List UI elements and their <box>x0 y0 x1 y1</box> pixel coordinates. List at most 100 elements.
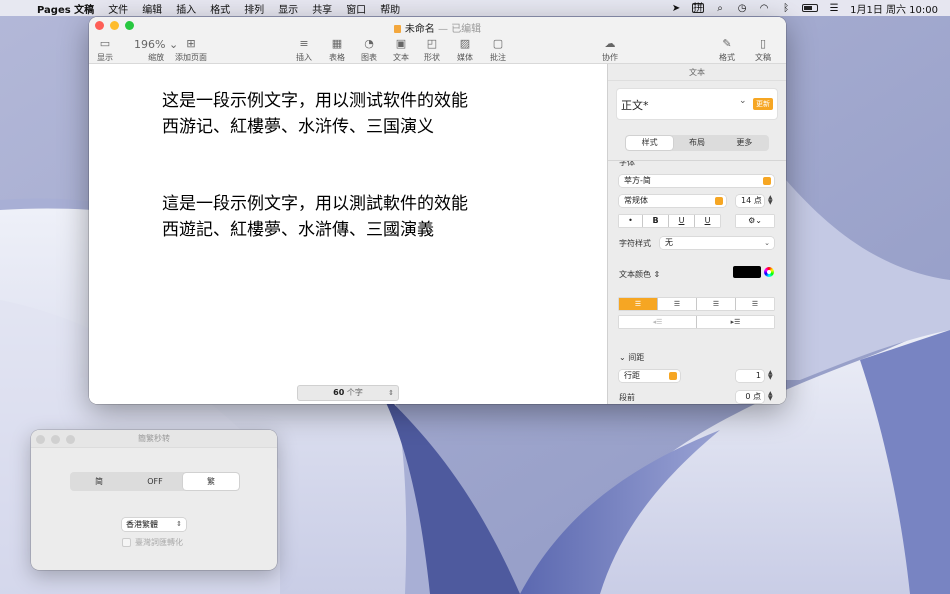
chevron-down-icon: ⌄ <box>764 239 770 247</box>
inspector-tabs: 样式 布局 更多 <box>625 135 769 151</box>
font-section-label: 字体 <box>619 160 635 167</box>
update-style-button[interactable]: 更新 <box>753 98 773 110</box>
media-icon: ▨ <box>459 37 471 50</box>
converter-window: 簡繁秒转 简 OFF 繁 香港繁體 ⇕ 臺灣詞匯轉化 <box>31 430 277 570</box>
menu-edit[interactable]: 编辑 <box>135 1 169 16</box>
wifi-icon[interactable]: ◠ <box>758 3 770 14</box>
shape-button[interactable]: ◰ 形状 <box>424 37 440 63</box>
line-spacing-stepper[interactable]: ▲ ▼ <box>768 370 773 381</box>
char-style-label: 字符样式 <box>619 239 651 248</box>
underline-double-button[interactable]: U <box>695 215 720 227</box>
inspector-scroll-area[interactable]: 字体 苹方-简 常规体 14 点 ▲▼ • B U U ⚙⌄ 字符样式 无⌄ <box>608 160 786 404</box>
text-options-menu[interactable]: ⚙⌄ <box>736 215 774 227</box>
align-justify-button[interactable]: ☰ <box>736 298 774 310</box>
edit-status: 已编辑 <box>451 24 482 35</box>
taiwan-phrase-checkbox[interactable]: 臺灣詞匯轉化 <box>122 537 183 548</box>
popup-arrow-icon <box>763 177 771 185</box>
spacing-section[interactable]: ⌄ 间距 <box>619 352 644 363</box>
document-canvas[interactable]: 这是一段示例文字，用以测试软件的效能 西游记、紅樓夢、水浒传、三国演义 這是一段… <box>89 64 607 404</box>
align-left-button[interactable]: ☰ <box>619 298 657 310</box>
menu-view[interactable]: 显示 <box>271 1 305 16</box>
comment-button[interactable]: ▢ 批注 <box>490 37 506 63</box>
collaborate-button[interactable]: ☁ 协作 <box>602 37 618 63</box>
menu-help[interactable]: 帮助 <box>373 1 407 16</box>
bluetooth-icon[interactable]: ᛒ <box>780 3 792 14</box>
menubar-clock[interactable]: 1月1日 周六 10:00 <box>850 1 938 16</box>
menu-share[interactable]: 共享 <box>305 1 339 16</box>
word-count-unit: 个字 <box>346 388 363 397</box>
insert-button[interactable]: ≡ 插入 <box>296 37 312 63</box>
text-line[interactable]: 這是一段示例文字，用以測試軟件的效能 <box>162 191 468 217</box>
tab-style[interactable]: 样式 <box>626 136 674 150</box>
time-machine-icon[interactable]: ◷ <box>736 3 748 14</box>
paragraph-style-name: 正文* <box>621 99 649 112</box>
chart-button[interactable]: ◔ 图表 <box>361 37 377 63</box>
battery-icon[interactable] <box>802 4 819 12</box>
menu-format[interactable]: 格式 <box>203 1 237 16</box>
tab-layout[interactable]: 布局 <box>673 136 720 150</box>
text-line[interactable]: 西遊記、紅樓夢、水滸傳、三國演義 <box>162 217 468 243</box>
document-page-icon: ▯ <box>759 37 767 50</box>
underline-button[interactable]: U <box>669 215 694 227</box>
tab-more[interactable]: 更多 <box>721 136 768 150</box>
add-page-button[interactable]: ⊞ 添加页面 <box>175 37 207 63</box>
document-button[interactable]: ▯ 文稿 <box>755 37 771 63</box>
line-spacing-mode-popup[interactable]: 行距 <box>619 370 680 382</box>
text-line[interactable]: 这是一段示例文字，用以测试软件的效能 <box>162 88 468 114</box>
gear-icon[interactable]: ⚙⌄ <box>736 215 774 227</box>
updown-chevron-icon: ⇕ <box>388 389 394 397</box>
input-method-icon[interactable]: 拼 <box>692 3 705 13</box>
location-arrow-icon[interactable]: ➤ <box>670 3 682 14</box>
bullet-style-button[interactable]: • <box>619 215 642 227</box>
word-count-control[interactable]: 60 个字 ⇕ <box>297 385 399 401</box>
menu-file[interactable]: 文件 <box>101 1 135 16</box>
view-button[interactable]: ▭ 显示 <box>97 37 113 63</box>
space-before-label: 段前 <box>619 393 635 402</box>
conversion-mode-segmented: 简 OFF 繁 <box>70 472 240 491</box>
bold-button[interactable]: B <box>643 215 668 227</box>
title-separator: — <box>438 24 448 35</box>
char-style-popup[interactable]: 无 ⌄ <box>660 237 774 249</box>
font-size-field[interactable]: 14 点 <box>736 195 764 207</box>
space-before-stepper[interactable]: ▲ ▼ <box>768 391 773 402</box>
align-right-button[interactable]: ☰ <box>697 298 735 310</box>
space-before-field[interactable]: 0 点 <box>736 391 764 403</box>
paragraph-style-selector[interactable]: 正文* ⌄ 更新 <box>616 88 778 120</box>
mode-traditional[interactable]: 繁 <box>183 473 239 490</box>
table-button[interactable]: ▦ 表格 <box>329 37 345 63</box>
inspector-header: 文本 <box>608 64 786 81</box>
text-line[interactable]: 西游记、紅樓夢、水浒传、三国演义 <box>162 114 468 140</box>
popup-arrow-icon <box>669 372 677 380</box>
control-center-icon[interactable]: ☰ <box>828 3 840 14</box>
zoom-value: 196% <box>134 38 166 51</box>
menu-arrange[interactable]: 排列 <box>237 1 271 16</box>
font-size-stepper[interactable]: ▲ ▼ <box>768 195 773 206</box>
shape-icon: ◰ <box>426 37 438 50</box>
menu-bar: Pages 文稿 文件 编辑 插入 格式 排列 显示 共享 窗口 帮助 ➤ 拼 … <box>0 0 950 16</box>
paragraph-traditional[interactable]: 這是一段示例文字，用以測試軟件的效能 西遊記、紅樓夢、水滸傳、三國演義 <box>162 191 468 243</box>
checkbox-box[interactable] <box>122 538 131 547</box>
format-button[interactable]: ✎ 格式 <box>719 37 735 63</box>
text-color-swatch[interactable] <box>733 266 761 278</box>
pages-window: 未命名 — 已编辑 ▭ 显示 196% ⌄ 缩放 ⊞ 添加页面 ≡ 插入 ▦ 表… <box>89 17 786 404</box>
line-spacing-field[interactable]: 1 <box>736 370 764 382</box>
align-center-button[interactable]: ☰ <box>658 298 696 310</box>
typeface-popup[interactable]: 常规体 <box>619 195 726 207</box>
text-color-label: 文本颜色 ⇕ <box>619 270 661 279</box>
increase-indent-button[interactable]: ▸☰ <box>697 316 774 328</box>
decrease-indent-button[interactable]: ◂☰ <box>619 316 696 328</box>
mode-off[interactable]: OFF <box>127 473 183 490</box>
variant-popup[interactable]: 香港繁體 ⇕ <box>122 518 186 531</box>
menu-window[interactable]: 窗口 <box>339 1 373 16</box>
spotlight-search-icon[interactable]: ⌕ <box>714 3 726 14</box>
mode-simplified[interactable]: 简 <box>71 473 127 490</box>
media-button[interactable]: ▨ 媒体 <box>457 37 473 63</box>
document-name[interactable]: 未命名 <box>405 24 435 35</box>
text-button[interactable]: ▣ 文本 <box>393 37 409 63</box>
font-family-popup[interactable]: 苹方-简 <box>619 175 774 187</box>
paragraph-simplified[interactable]: 这是一段示例文字，用以测试软件的效能 西游记、紅樓夢、水浒传、三国演义 <box>162 88 468 140</box>
sidebar-icon: ▭ <box>99 37 111 50</box>
menu-insert[interactable]: 插入 <box>169 1 203 16</box>
menu-app[interactable]: Pages 文稿 <box>30 1 101 16</box>
color-wheel-icon[interactable] <box>764 267 774 277</box>
